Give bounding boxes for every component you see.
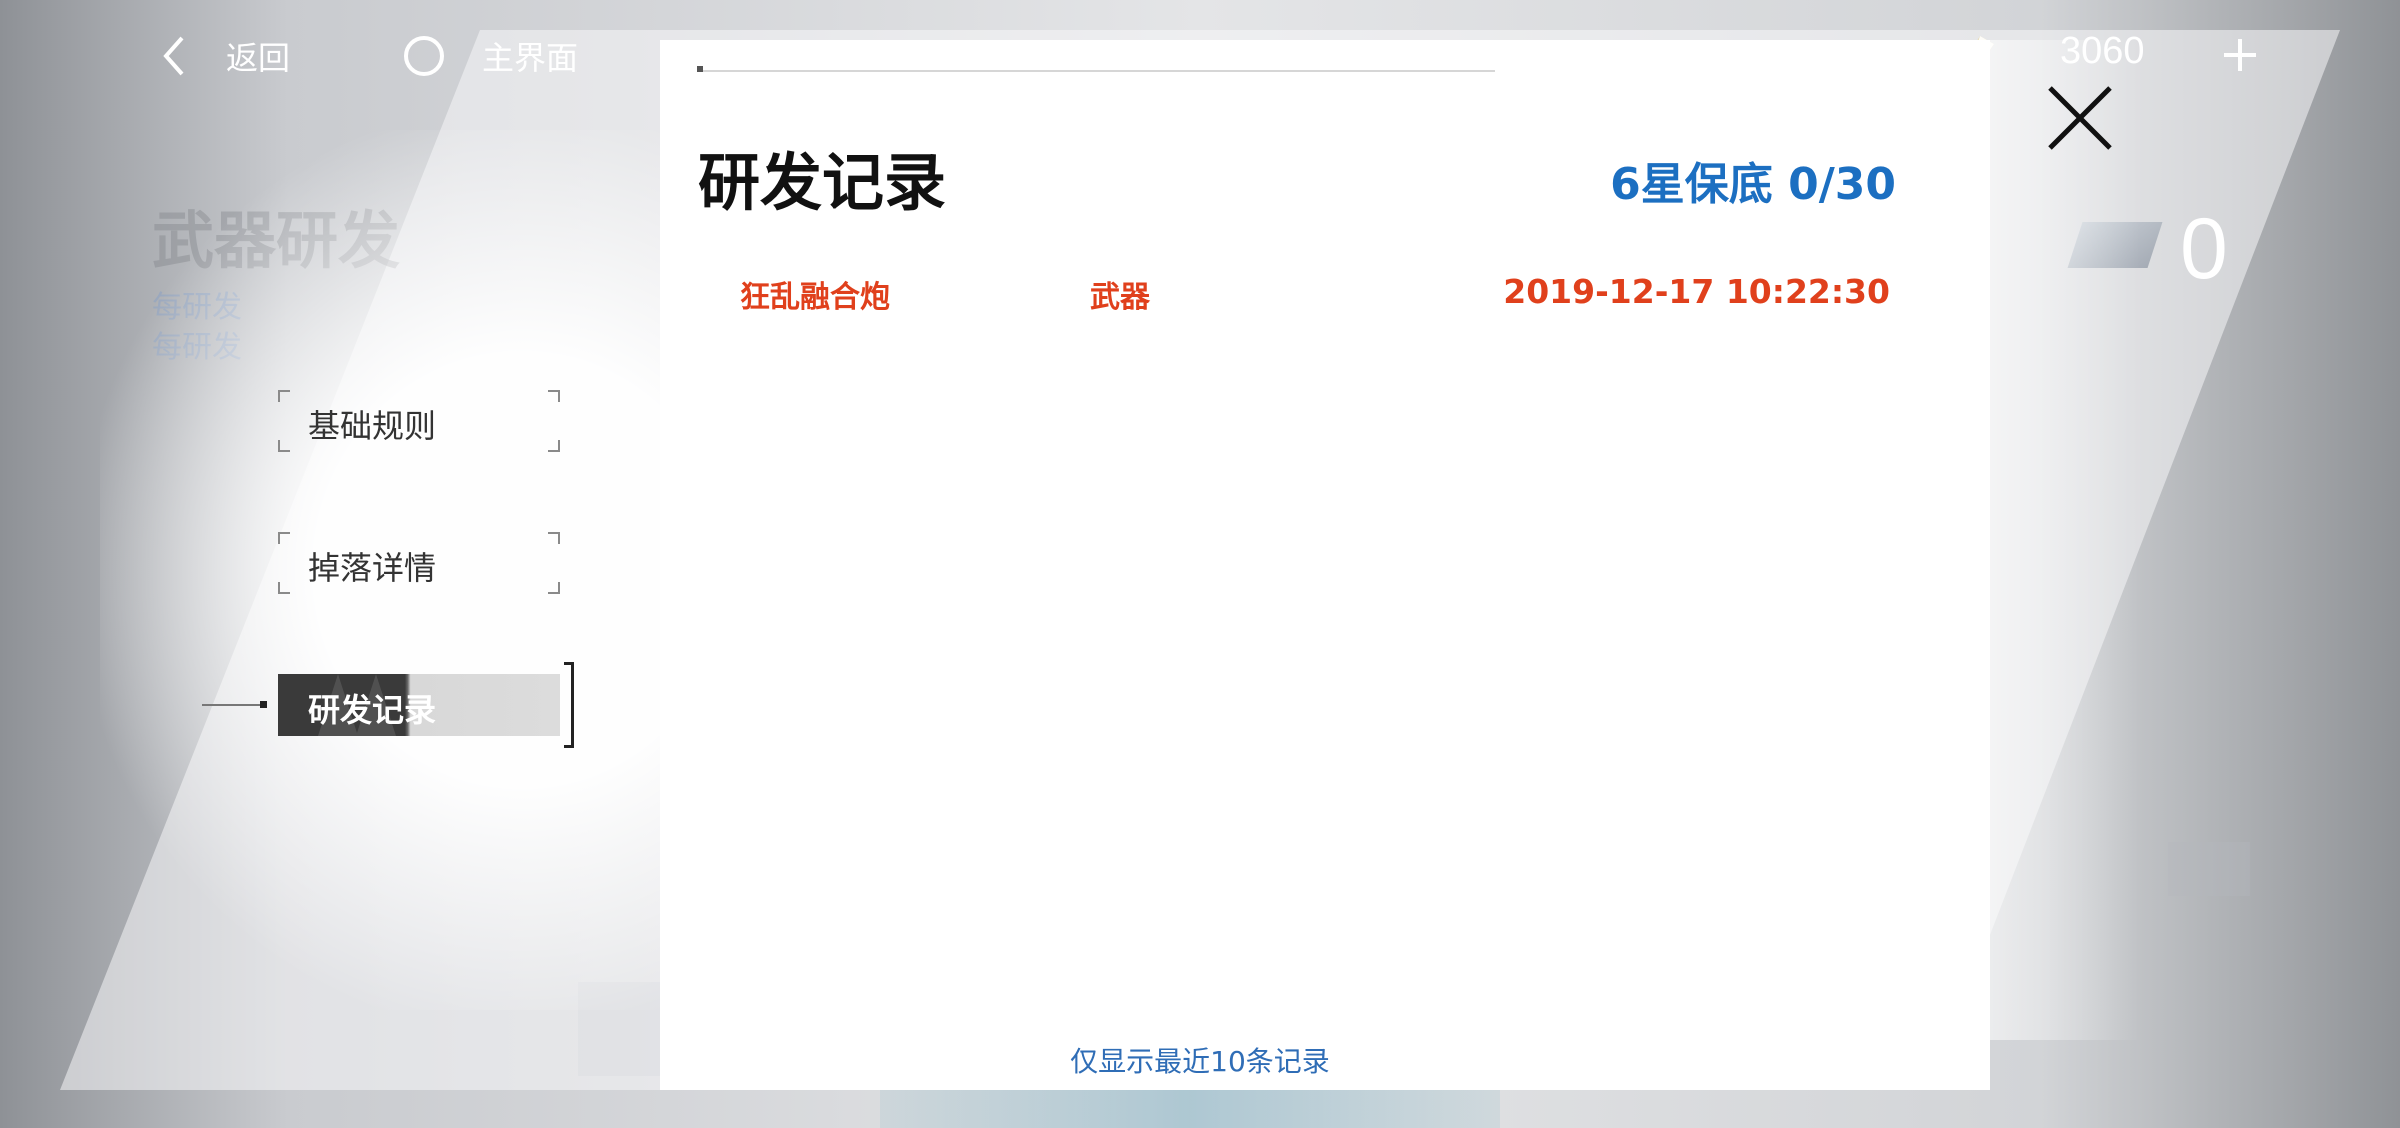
tab-label: 基础规则 bbox=[308, 407, 437, 445]
home-label: 主界面 bbox=[482, 39, 579, 77]
resource-amount: 3060 bbox=[2060, 30, 2145, 72]
active-tab-pointer bbox=[202, 704, 264, 706]
close-icon[interactable] bbox=[2040, 78, 2120, 158]
chevron-left-icon bbox=[160, 28, 204, 84]
ticket-count: 0 bbox=[2180, 201, 2228, 297]
background-description: 每研发 每研发 bbox=[152, 290, 242, 365]
tab-history[interactable]: 研发记录 bbox=[278, 662, 574, 748]
record-item-type: 武器 bbox=[1090, 280, 1150, 315]
back-label: 返回 bbox=[226, 39, 291, 77]
record-row: 狂乱融合炮 武器 2019-12-17 10:22:30 bbox=[740, 268, 1890, 315]
home-button[interactable]: 主界面 bbox=[404, 28, 578, 84]
ring-icon bbox=[404, 36, 444, 76]
record-timestamp: 2019-12-17 10:22:30 bbox=[1503, 272, 1890, 311]
ticket-icon bbox=[2067, 222, 2163, 268]
back-button[interactable]: 返回 bbox=[160, 28, 290, 84]
tab-label: 掉落详情 bbox=[308, 549, 437, 587]
tab-label: 研发记录 bbox=[308, 691, 437, 729]
pity-counter: 6星保底 0/30 bbox=[1610, 159, 1896, 210]
crystal-icon bbox=[1950, 30, 2002, 80]
active-bracket bbox=[564, 662, 574, 748]
tab-basic-rules[interactable]: 基础规则 bbox=[278, 390, 560, 452]
footer-note: 仅显示最近10条记录 bbox=[1070, 1045, 1330, 1078]
divider-dot bbox=[697, 66, 703, 72]
background-title: 武器研发 bbox=[152, 204, 401, 277]
background-side-box bbox=[2168, 842, 2250, 896]
modal-title: 研发记录 bbox=[698, 146, 947, 219]
bottom-glow-strip bbox=[880, 1088, 1500, 1128]
record-item-name: 狂乱融合炮 bbox=[740, 280, 890, 315]
tab-drop-details[interactable]: 掉落详情 bbox=[278, 532, 560, 594]
plus-icon[interactable] bbox=[2216, 30, 2264, 80]
divider bbox=[700, 70, 1495, 72]
